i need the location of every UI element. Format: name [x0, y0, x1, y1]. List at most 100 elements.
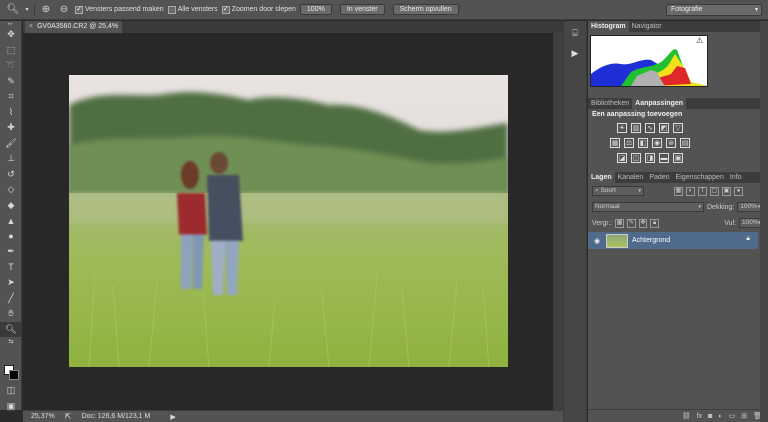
layer-name[interactable]: Achtergrond: [632, 237, 670, 244]
selective-color-icon[interactable]: ▣: [673, 153, 683, 163]
paint-bucket-tool-icon[interactable]: ◆: [0, 198, 22, 214]
new-group-icon[interactable]: ▭: [729, 412, 736, 420]
brush-tool-icon[interactable]: 🖌︎: [0, 136, 22, 152]
blur-tool-icon[interactable]: ▲: [0, 213, 22, 229]
blend-mode-select[interactable]: Normaal ▾: [592, 202, 704, 212]
color-lookup-icon[interactable]: ▤: [680, 138, 690, 148]
checkbox-box-scrubby[interactable]: ✓: [221, 5, 230, 14]
zoom-tool-icon[interactable]: 🔍︎: [0, 321, 22, 337]
canvas-scrollbar[interactable]: [553, 33, 563, 410]
photo-filter-icon[interactable]: ◉: [652, 138, 662, 148]
zoom-100-button[interactable]: 100%: [299, 4, 332, 15]
new-adjustment-icon[interactable]: ◐: [718, 413, 722, 420]
black-white-icon[interactable]: ◧: [638, 138, 648, 148]
eraser-tool-icon[interactable]: ◇: [0, 182, 22, 198]
posterize-icon[interactable]: ◫: [631, 153, 641, 163]
filter-shape-icon[interactable]: ▢: [710, 186, 719, 196]
gradient-map-icon[interactable]: ▬: [659, 153, 669, 163]
curves-icon[interactable]: ∿: [645, 123, 655, 133]
checkbox-box-all-windows[interactable]: [167, 5, 176, 14]
eyedropper-tool-icon[interactable]: ⌇: [0, 105, 22, 121]
tab-info[interactable]: Info: [727, 172, 745, 183]
tab-adjustments[interactable]: Aanpassingen: [632, 98, 686, 109]
path-select-tool-icon[interactable]: ➤: [0, 275, 22, 291]
zoom-level[interactable]: 25,37%: [31, 413, 55, 420]
eye-icon[interactable]: ◉: [592, 237, 602, 245]
lock-position-icon[interactable]: ✥: [638, 218, 648, 228]
vibrance-icon[interactable]: ▽: [673, 123, 683, 133]
move-tool-icon[interactable]: ✥: [0, 27, 22, 43]
invert-icon[interactable]: ◪: [617, 153, 627, 163]
background-color-swatch[interactable]: [9, 370, 19, 380]
close-tab-icon[interactable]: ×: [29, 21, 33, 33]
fit-screen-button[interactable]: In venster: [339, 4, 385, 15]
zoom-in-icon[interactable]: ⊕: [39, 3, 53, 17]
actions-panel-icon[interactable]: ▶: [564, 45, 586, 61]
layer-style-icon[interactable]: fx: [697, 413, 702, 420]
quick-mask-icon[interactable]: ◫: [0, 383, 22, 399]
layer-filter-select[interactable]: ⌕ Soort ▾: [592, 186, 644, 196]
levels-icon[interactable]: ▥: [631, 123, 641, 133]
tab-histogram[interactable]: Histogram: [588, 21, 629, 32]
status-menu-arrow-icon[interactable]: ▶: [170, 413, 175, 421]
lock-all-icon[interactable]: 🔒︎: [650, 218, 659, 228]
lock-icon[interactable]: 🔒︎: [746, 235, 750, 243]
history-brush-tool-icon[interactable]: ↺: [0, 167, 22, 183]
dodge-tool-icon[interactable]: ●: [0, 229, 22, 245]
threshold-icon[interactable]: ◨: [645, 153, 655, 163]
color-balance-icon[interactable]: ⚖: [624, 138, 634, 148]
tab-libraries[interactable]: Bibliotheken: [588, 98, 632, 109]
tab-paths[interactable]: Paden: [646, 172, 672, 183]
tab-navigator[interactable]: Navigator: [629, 21, 665, 32]
crop-tool-icon[interactable]: ⌗: [0, 89, 22, 105]
chevron-down-icon[interactable]: ▾: [24, 3, 30, 17]
share-icon[interactable]: ⇱: [65, 412, 72, 421]
type-tool-icon[interactable]: T: [0, 260, 22, 276]
filter-toggle-icon[interactable]: ●: [734, 186, 743, 196]
right-panels: Histogram Navigator ≡ ⚠ Bibliotheken Aan…: [588, 21, 768, 422]
exposure-icon[interactable]: ◩: [659, 123, 669, 133]
cache-warning-icon[interactable]: ⚠: [696, 36, 703, 45]
all-windows-checkbox[interactable]: Alle vensters: [167, 5, 218, 14]
tab-properties[interactable]: Eigenschappen: [673, 172, 727, 183]
adjustments-row-2: ▦ ⚖ ◧ ◉ ⊛ ▤: [592, 138, 764, 148]
brightness-contrast-icon[interactable]: ☀: [617, 123, 627, 133]
filter-type-icon[interactable]: T: [698, 186, 707, 196]
zoom-tool-preset-icon[interactable]: 🔍︎: [6, 3, 20, 17]
tab-layers[interactable]: Lagen: [588, 172, 615, 183]
tab-channels[interactable]: Kanalen: [615, 172, 647, 183]
document-photo[interactable]: [69, 75, 508, 367]
line-tool-icon[interactable]: ╱: [0, 291, 22, 307]
zoom-out-icon[interactable]: ⊖: [57, 3, 71, 17]
fill-screen-button[interactable]: Scherm opvullen: [392, 4, 459, 15]
filter-adjustment-icon[interactable]: ◐: [686, 186, 695, 196]
marquee-tool-icon[interactable]: ⬚: [0, 43, 22, 59]
hand-tool-icon[interactable]: ✋︎: [0, 306, 22, 322]
default-colors-icon[interactable]: ⇆: [0, 337, 22, 345]
channel-mixer-icon[interactable]: ⊛: [666, 138, 676, 148]
link-layers-icon[interactable]: ⛓: [682, 412, 691, 420]
history-panel-icon[interactable]: ⌸: [564, 25, 586, 41]
layer-thumbnail[interactable]: [606, 233, 628, 248]
resize-windows-checkbox[interactable]: ✓ Vensters passend maken: [75, 5, 164, 14]
screen-mode-icon[interactable]: ▣: [0, 399, 22, 415]
new-layer-icon[interactable]: ⊞: [741, 412, 747, 420]
healing-brush-tool-icon[interactable]: ✚: [0, 120, 22, 136]
hue-saturation-icon[interactable]: ▦: [610, 138, 620, 148]
filter-smart-object-icon[interactable]: ▣: [722, 186, 731, 196]
layer-row-background[interactable]: ◉ Achtergrond 🔒︎: [588, 232, 758, 249]
add-mask-icon[interactable]: ◙: [708, 413, 712, 420]
workspace-select[interactable]: Fotografie ▾: [666, 4, 762, 16]
checkbox-box-resize[interactable]: ✓: [75, 5, 83, 14]
lock-transparent-icon[interactable]: ▦: [615, 218, 624, 228]
scrubby-zoom-checkbox[interactable]: ✓ Zoomen door slepen: [221, 5, 296, 14]
panel-scrollbar[interactable]: [760, 21, 768, 422]
filter-pixel-icon[interactable]: ▦: [674, 186, 683, 196]
quick-select-tool-icon[interactable]: ✎: [0, 74, 22, 90]
document-tab[interactable]: × GV0A3560.CR2 @ 25,4%: [25, 21, 123, 33]
lock-pixels-icon[interactable]: ✎: [626, 218, 636, 228]
lasso-tool-icon[interactable]: ➰: [0, 58, 22, 74]
clone-stamp-tool-icon[interactable]: ⊥: [0, 151, 22, 167]
blend-mode-value: Normaal: [595, 203, 620, 210]
pen-tool-icon[interactable]: ✒: [0, 244, 22, 260]
